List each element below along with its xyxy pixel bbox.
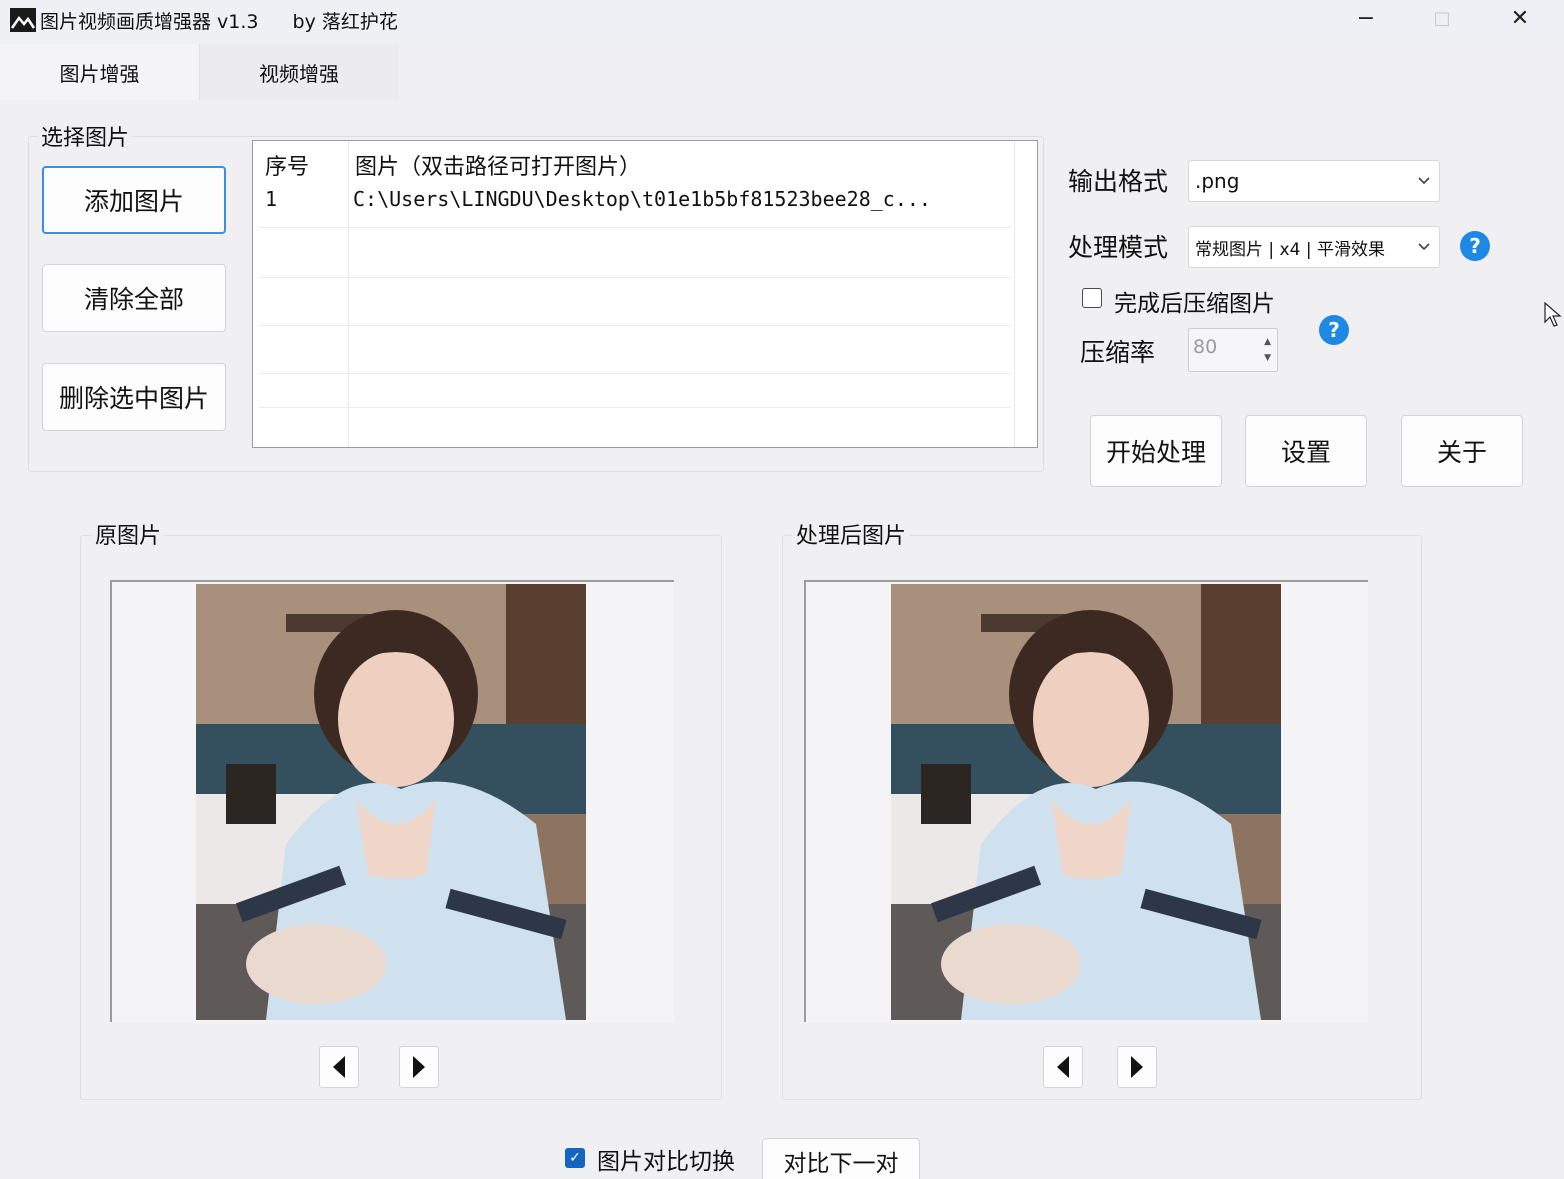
- output-format-value: .png: [1195, 169, 1240, 193]
- processed-prev-button[interactable]: [1043, 1046, 1083, 1088]
- about-button[interactable]: 关于: [1401, 415, 1523, 487]
- process-mode-select[interactable]: 常规图片 | x4 | 平滑效果: [1188, 226, 1440, 268]
- close-button[interactable]: ✕: [1490, 0, 1550, 36]
- original-prev-button[interactable]: [319, 1046, 359, 1088]
- app-icon: [10, 8, 36, 32]
- start-process-button[interactable]: 开始处理: [1090, 415, 1222, 487]
- processed-next-button[interactable]: [1117, 1046, 1157, 1088]
- help-icon[interactable]: ?: [1319, 315, 1349, 345]
- compare-toggle-checkbox[interactable]: ✓: [565, 1148, 585, 1168]
- compress-ratio-value: 80: [1193, 336, 1218, 358]
- title-bar: 图片视频画质增强器 v1.3 by 落红护花 − □ ✕: [0, 0, 1564, 40]
- output-format-select[interactable]: .png: [1188, 160, 1440, 202]
- arrow-left-icon: [1057, 1056, 1069, 1078]
- row-index: 1: [265, 187, 278, 211]
- cursor-icon: [1544, 302, 1562, 327]
- select-image-group-title: 选择图片: [38, 120, 133, 152]
- arrow-left-icon: [333, 1056, 345, 1078]
- spin-down-icon[interactable]: ▼: [1264, 353, 1271, 363]
- chevron-down-icon: [1417, 161, 1431, 201]
- tab-bar: 图片增强 视频增强: [0, 44, 398, 100]
- original-image-group-title: 原图片: [92, 518, 165, 550]
- compress-checkbox[interactable]: [1082, 288, 1102, 308]
- chevron-down-icon: [1415, 227, 1431, 267]
- arrow-right-icon: [1131, 1056, 1143, 1078]
- processed-image: [891, 584, 1281, 1020]
- file-list[interactable]: 序号 图片（双击路径可打开图片） 1 C:\Users\LINGDU\Deskt…: [252, 140, 1038, 448]
- row-divider: [259, 277, 1011, 278]
- delete-selected-button[interactable]: 删除选中图片: [42, 363, 226, 431]
- column-header-path[interactable]: 图片（双击路径可打开图片）: [355, 149, 641, 181]
- row-path: C:\Users\LINGDU\Desktop\t01e1b5bf81523be…: [353, 187, 931, 211]
- compress-label: 完成后压缩图片: [1114, 291, 1275, 317]
- window-title: 图片视频画质增强器 v1.3: [40, 10, 259, 33]
- tab-video-enhance[interactable]: 视频增强: [199, 44, 398, 100]
- process-mode-label: 处理模式: [1068, 233, 1169, 262]
- tab-image-enhance[interactable]: 图片增强: [0, 44, 199, 100]
- row-divider: [259, 325, 1011, 326]
- settings-button[interactable]: 设置: [1245, 415, 1367, 487]
- row-divider: [259, 407, 1011, 408]
- add-image-button[interactable]: 添加图片: [42, 166, 226, 234]
- table-row[interactable]: 1 C:\Users\LINGDU\Desktop\t01e1b5bf81523…: [253, 185, 1013, 223]
- process-mode-value: 常规图片 | x4 | 平滑效果: [1195, 239, 1385, 260]
- original-image: [196, 584, 586, 1020]
- window-author: by 落红护花: [292, 10, 398, 33]
- help-icon[interactable]: ?: [1460, 231, 1490, 261]
- compare-toggle-label: 图片对比切换: [597, 1149, 735, 1175]
- spin-up-icon[interactable]: ▲: [1264, 337, 1271, 347]
- row-divider: [259, 227, 1011, 228]
- compress-ratio-label: 压缩率: [1080, 338, 1156, 367]
- maximize-button[interactable]: □: [1412, 0, 1472, 36]
- compare-next-pair-button[interactable]: 对比下一对: [762, 1138, 920, 1179]
- original-next-button[interactable]: [399, 1046, 439, 1088]
- output-format-label: 输出格式: [1068, 167, 1169, 196]
- row-divider: [259, 373, 1011, 374]
- list-scroll-divider: [1014, 141, 1015, 447]
- column-header-index[interactable]: 序号: [265, 149, 309, 181]
- minimize-button[interactable]: −: [1336, 0, 1396, 36]
- clear-all-button[interactable]: 清除全部: [42, 264, 226, 332]
- processed-image-group-title: 处理后图片: [793, 518, 910, 550]
- compress-ratio-spinbox[interactable]: 80 ▲ ▼: [1188, 328, 1278, 372]
- arrow-right-icon: [413, 1056, 425, 1078]
- checkmark-icon: ✓: [569, 1150, 581, 1166]
